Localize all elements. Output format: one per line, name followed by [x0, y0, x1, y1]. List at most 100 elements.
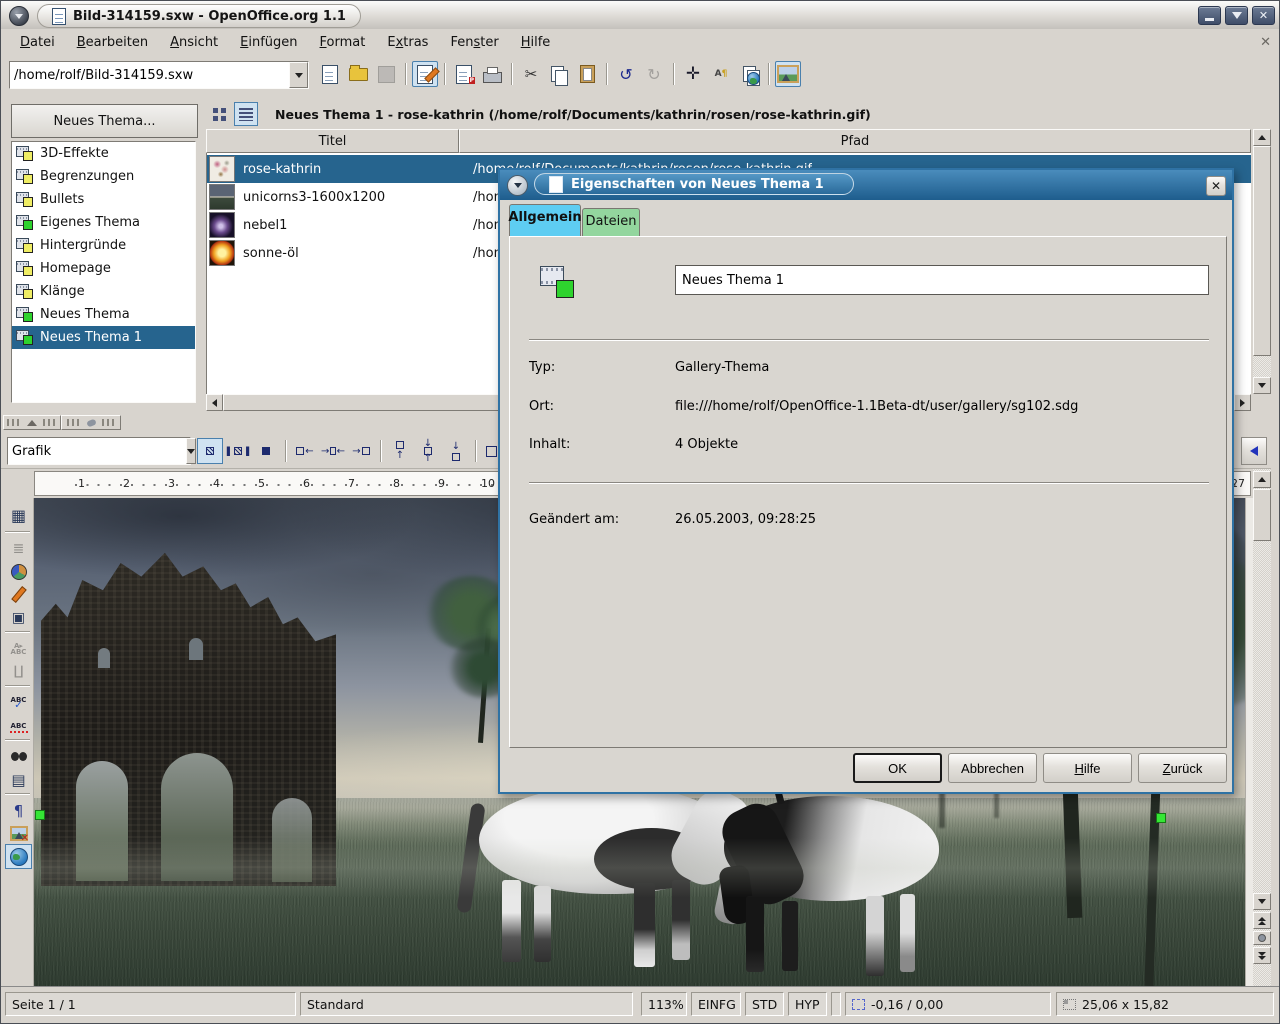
wrap-through-icon[interactable] — [253, 438, 279, 464]
formatting-marks-icon[interactable]: ¶ — [5, 798, 32, 823]
insert-object-icon[interactable] — [5, 559, 32, 584]
menu-extras[interactable]: Extras — [376, 32, 439, 53]
menu-einfuegen[interactable]: Einfügen — [229, 32, 308, 53]
scrollbar-thumb[interactable] — [1253, 489, 1271, 541]
new-document-icon[interactable] — [317, 61, 343, 87]
tab-allgemein[interactable]: Allgemein — [509, 204, 581, 236]
url-dropdown-button[interactable] — [289, 62, 308, 88]
dialog-menu-button[interactable] — [507, 175, 528, 196]
zurueck-button[interactable]: Zurück — [1138, 753, 1227, 783]
edit-file-icon[interactable] — [412, 61, 438, 87]
scroll-right-button[interactable] — [1234, 394, 1251, 411]
dialog-title-bar[interactable]: Eigenschaften von Neues Thema 1 ✕ — [500, 170, 1232, 200]
scroll-down-button[interactable] — [1253, 893, 1271, 910]
copy-icon[interactable] — [546, 61, 572, 87]
data-sources-icon[interactable]: ▤ — [5, 767, 32, 792]
open-icon[interactable] — [345, 61, 371, 87]
insert-frame-icon[interactable]: ▣ — [5, 605, 32, 630]
draw-functions-icon[interactable] — [5, 582, 32, 607]
scroll-up-button[interactable] — [1253, 471, 1271, 488]
scroll-down-button[interactable] — [1253, 377, 1271, 394]
selection-handle-right[interactable] — [1156, 813, 1166, 823]
ruler-number: 7 — [348, 477, 355, 490]
paste-icon[interactable] — [574, 61, 600, 87]
hilfe-button[interactable]: Hilfe — [1043, 753, 1132, 783]
document-icon — [549, 176, 563, 193]
splitter-handle[interactable] — [3, 415, 61, 430]
url-input[interactable] — [10, 62, 289, 88]
cut-icon[interactable]: ✂ — [518, 61, 544, 87]
toolbar-overflow-button[interactable] — [1241, 437, 1267, 465]
theme-item[interactable]: Homepage — [12, 257, 195, 280]
page-style-status[interactable]: Standard — [300, 992, 633, 1016]
undo-icon[interactable]: ↺ — [613, 61, 639, 87]
column-header-pfad[interactable]: Pfad — [459, 129, 1251, 153]
column-header-titel[interactable]: Titel — [206, 129, 459, 153]
find-replace-icon[interactable] — [5, 744, 32, 769]
align-bottom-icon[interactable]: ↓ — [443, 438, 469, 464]
maximize-button[interactable] — [1225, 6, 1248, 25]
icon-view-button[interactable] — [207, 102, 231, 126]
new-theme-button[interactable]: Neues Thema... — [11, 104, 198, 138]
style-dropdown-button[interactable] — [186, 438, 196, 464]
document-vertical-scrollbar[interactable] — [1253, 469, 1271, 986]
scroll-up-button[interactable] — [1253, 129, 1271, 146]
hyperlink-mode-status[interactable]: HYP — [788, 992, 827, 1016]
navigator-icon[interactable]: ✛ — [680, 61, 706, 87]
online-layout-icon[interactable] — [5, 844, 32, 869]
menu-bearbeiten[interactable]: Bearbeiten — [66, 32, 159, 53]
align-center-icon[interactable]: →← — [320, 438, 346, 464]
wrap-off-icon[interactable] — [197, 438, 223, 464]
insert-mode-status[interactable]: EINFG — [691, 992, 741, 1016]
scrollbar-thumb[interactable] — [1253, 146, 1271, 356]
autospellcheck-icon[interactable]: ABC — [5, 713, 32, 738]
ok-button[interactable]: OK — [853, 753, 942, 783]
theme-item-selected[interactable]: Neues Thema 1 — [12, 326, 195, 349]
previous-page-button[interactable] — [1253, 912, 1271, 929]
scroll-left-button[interactable] — [206, 394, 223, 411]
wrap-on-icon[interactable]: ▌▐ — [225, 438, 251, 464]
tab-dateien[interactable]: Dateien — [582, 208, 640, 236]
thumbnail-sonne — [209, 240, 235, 266]
theme-item[interactable]: Hintergründe — [12, 234, 195, 257]
navigation-dot-button[interactable] — [1253, 931, 1271, 945]
images-onoff-icon[interactable]: ✕ — [5, 821, 32, 846]
selection-handle-left[interactable] — [35, 810, 45, 820]
theme-item[interactable]: Begrenzungen — [12, 165, 195, 188]
align-middle-icon[interactable]: ↓↑ — [415, 438, 441, 464]
dialog-close-button[interactable]: ✕ — [1206, 176, 1226, 196]
selection-mode-status[interactable]: STD — [745, 992, 784, 1016]
theme-item[interactable]: 3D-Effekte — [12, 142, 195, 165]
menu-format[interactable]: Format — [309, 32, 377, 53]
window-menu-button[interactable] — [9, 6, 29, 26]
theme-item[interactable]: Neues Thema — [12, 303, 195, 326]
theme-item[interactable]: Klänge — [12, 280, 195, 303]
close-button[interactable]: ✕ — [1252, 6, 1275, 25]
zoom-status[interactable]: 113% — [641, 992, 687, 1016]
menu-hilfe[interactable]: Hilfe — [510, 32, 562, 53]
align-right-icon[interactable]: → — [348, 438, 374, 464]
style-input[interactable] — [8, 438, 186, 464]
print-icon[interactable] — [479, 61, 505, 87]
stylist-icon[interactable]: A¶ — [708, 61, 734, 87]
gallery-icon[interactable] — [775, 61, 801, 87]
theme-item[interactable]: Eigenes Thema — [12, 211, 195, 234]
menu-ansicht[interactable]: Ansicht — [159, 32, 229, 53]
align-top-icon[interactable]: ↑ — [387, 438, 413, 464]
splitter-handle[interactable] — [61, 415, 121, 430]
next-page-button[interactable] — [1253, 947, 1271, 964]
menu-datei[interactable]: Datei — [9, 32, 66, 53]
insert-table-icon[interactable]: ▦ — [5, 503, 32, 528]
menu-fenster[interactable]: Fenster — [439, 32, 509, 53]
theme-name-input[interactable] — [675, 265, 1209, 295]
detail-view-button[interactable] — [234, 102, 258, 126]
theme-item[interactable]: Bullets — [12, 188, 195, 211]
minimize-button[interactable] — [1198, 6, 1221, 25]
hyperlink-icon[interactable] — [736, 61, 762, 87]
export-pdf-icon[interactable]: P — [451, 61, 477, 87]
spellcheck-icon[interactable]: ABC✓ — [5, 690, 32, 715]
gallery-vertical-scrollbar[interactable] — [1253, 129, 1271, 394]
abbrechen-button[interactable]: Abbrechen — [948, 753, 1037, 783]
close-document-icon[interactable]: ✕ — [1260, 35, 1271, 50]
align-left-icon[interactable]: ← — [292, 438, 318, 464]
